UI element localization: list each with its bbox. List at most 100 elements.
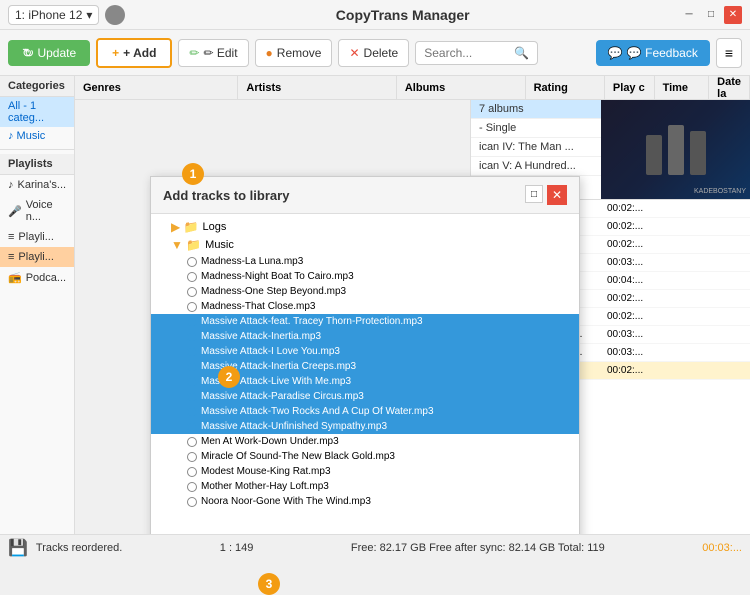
search-box[interactable]: 🔍 — [415, 41, 538, 65]
music-note-icon: ♪ — [8, 179, 14, 191]
list-item[interactable]: Madness-Night Boat To Cairo.mp3 — [151, 269, 579, 284]
radio-checked-icon — [187, 392, 197, 402]
radio-checked-icon — [187, 422, 197, 432]
chat-icon: 💬 — [608, 46, 623, 60]
modal-controls: □ ✕ — [525, 185, 567, 205]
close-button[interactable]: ✕ — [724, 6, 742, 24]
list-item[interactable]: Massive Attack-Inertia.mp3 — [151, 329, 579, 344]
device-name: 1: iPhone 12 — [15, 8, 82, 22]
status-message: Tracks reordered. — [36, 542, 122, 554]
delete-icon: ✕ — [349, 46, 359, 60]
radio-checked-icon — [187, 332, 197, 342]
modal-file-tree[interactable]: ▶ 📁 Logs ▼ 📁 Music Madness-La Luna.mp3 — [151, 214, 579, 534]
list-item[interactable]: Madness-That Close.mp3 — [151, 299, 579, 314]
radio-checked-icon — [187, 377, 197, 387]
sidebar-divider-1 — [0, 149, 74, 150]
modal-header: Add tracks to library □ ✕ — [151, 177, 579, 214]
add-button[interactable]: + + Add — [96, 38, 172, 68]
list-item[interactable]: Massive Attack-Unfinished Sympathy.mp3 — [151, 419, 579, 434]
step-2-indicator: 2 — [218, 366, 240, 388]
radio-unchecked-icon — [187, 452, 197, 462]
device-selector[interactable]: 1: iPhone 12 ▾ — [8, 5, 99, 25]
plus-icon: + — [112, 46, 119, 60]
mic-icon: 🎤 — [8, 205, 22, 218]
track-time: 00:03:... — [607, 347, 662, 358]
radio-unchecked-icon — [187, 497, 197, 507]
playcount-header: Play c — [605, 76, 655, 99]
radio-unchecked-icon — [187, 257, 197, 267]
last-track-time: 00:03:... — [702, 542, 742, 554]
remove-button[interactable]: ● Remove — [255, 39, 333, 67]
rating-header: Rating — [526, 76, 605, 99]
list-item[interactable]: Massive Attack-Live With Me.mp3 — [151, 374, 579, 389]
sidebar-item-playlist1[interactable]: ♪ Karina's... — [0, 175, 74, 195]
sidebar-item-playlist3[interactable]: ≡ Playli... — [0, 247, 74, 267]
edit-button[interactable]: ✏ ✏ Edit — [178, 39, 248, 67]
title-bar-left: 1: iPhone 12 ▾ — [8, 5, 125, 25]
modal-close-button[interactable]: ✕ — [547, 185, 567, 205]
list-item[interactable]: Madness-La Luna.mp3 — [151, 254, 579, 269]
list-item[interactable]: Massive Attack-I Love You.mp3 — [151, 344, 579, 359]
app-title: CopyTrans Manager — [336, 7, 470, 23]
sidebar-item-podcast[interactable]: 📻 Podca... — [0, 267, 74, 288]
list-item[interactable]: Miracle Of Sound-The New Black Gold.mp3 — [151, 449, 579, 464]
folder-open-icon: ▼ 📁 — [171, 238, 201, 252]
status-bar: 💾 Tracks reordered. 1 : 149 Free: 82.17 … — [0, 534, 750, 560]
save-icon: 💾 — [8, 538, 28, 558]
radio-unchecked-icon — [187, 467, 197, 477]
radio-unchecked-icon — [187, 287, 197, 297]
radio-checked-icon — [187, 347, 197, 357]
datelast-header: Date la — [709, 76, 750, 99]
track-time: 00:02:... — [607, 239, 662, 250]
album-item[interactable]: ican V: A Hundred... — [471, 157, 601, 176]
tree-item-music-folder[interactable]: ▼ 📁 Music — [151, 236, 579, 254]
track-time: 00:04:... — [607, 275, 662, 286]
time-header: Time — [655, 76, 710, 99]
radio-checked-icon — [187, 407, 197, 417]
list-item[interactable]: Massive Attack-Paradise Circus.mp3 — [151, 389, 579, 404]
album-item[interactable]: 7 albums — [471, 100, 601, 119]
search-icon: 🔍 — [514, 46, 529, 60]
track-time: 00:02:... — [607, 293, 662, 304]
tree-item-logs[interactable]: ▶ 📁 Logs — [151, 218, 579, 236]
list-item[interactable]: Massive Attack-Inertia Creeps.mp3 — [151, 359, 579, 374]
album-item[interactable]: - Single — [471, 119, 601, 138]
list-item[interactable]: Madness-One Step Beyond.mp3 — [151, 284, 579, 299]
minimize-button[interactable]: ─ — [680, 6, 698, 24]
list-item[interactable]: Modest Mouse-King Rat.mp3 — [151, 464, 579, 479]
list-item[interactable]: Massive Attack-feat. Tracey Thorn-Protec… — [151, 314, 579, 329]
radio-unchecked-icon — [187, 437, 197, 447]
menu-button[interactable]: ≡ — [716, 38, 742, 68]
update-button[interactable]: ↻ ↻ Update — [8, 40, 90, 66]
delete-button[interactable]: ✕ Delete — [338, 39, 409, 67]
radio-checked-icon — [187, 317, 197, 327]
folder-icon: ▶ 📁 — [171, 220, 199, 234]
maximize-button[interactable]: □ — [702, 6, 720, 24]
avatar-icon — [105, 5, 125, 25]
modal-title: Add tracks to library — [163, 188, 289, 203]
playlists-header: Playlists — [0, 154, 74, 175]
album-item[interactable]: ican IV: The Man ... — [471, 138, 601, 157]
free-space-info: Free: 82.17 GB Free after sync: 82.14 GB… — [351, 542, 605, 554]
list-item[interactable]: Massive Attack-Two Rocks And A Cup Of Wa… — [151, 404, 579, 419]
radio-checked-icon — [187, 362, 197, 372]
add-tracks-modal: Add tracks to library □ ✕ ▶ 📁 Logs ▼ 📁 — [150, 176, 580, 534]
list-item[interactable]: Noora Noor-Gone With The Wind.mp3 — [151, 494, 579, 509]
genres-header: Genres — [75, 76, 238, 99]
feedback-button[interactable]: 💬 💬 Feedback — [596, 40, 710, 66]
search-input[interactable] — [424, 46, 514, 60]
column-headers: Genres Artists Albums Rating Play c Time… — [75, 76, 750, 100]
chevron-down-icon: ▾ — [86, 8, 92, 22]
all-category-item[interactable]: All - 1 categ... — [0, 97, 74, 127]
sidebar-item-voice[interactable]: 🎤 Voice n... — [0, 195, 74, 227]
list-item[interactable]: Mother Mother-Hay Loft.mp3 — [151, 479, 579, 494]
sidebar-item-playlist2[interactable]: ≡ Playli... — [0, 227, 74, 247]
track-time: 00:02:... — [607, 311, 662, 322]
page-info: 1 : 149 — [220, 542, 254, 554]
track-time: 00:02:... — [607, 203, 662, 214]
modal-minimize-btn[interactable]: □ — [525, 185, 543, 203]
step-1-indicator: 1 — [182, 163, 204, 185]
music-category-item[interactable]: ♪ Music — [0, 127, 74, 145]
toolbar: ↻ ↻ Update + + Add ✏ ✏ Edit ● Remove ✕ D… — [0, 30, 750, 76]
list-item[interactable]: Men At Work-Down Under.mp3 — [151, 434, 579, 449]
